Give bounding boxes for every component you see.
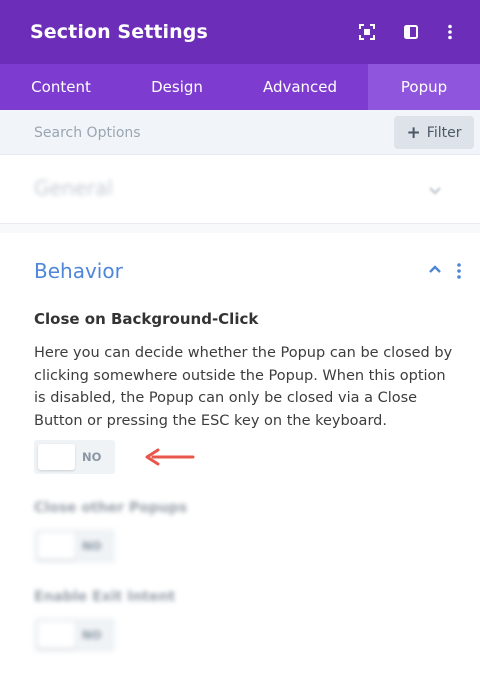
close-on-background-click-toggle[interactable]: NO <box>34 440 115 474</box>
enable-exit-intent-toggle[interactable]: NO <box>34 618 115 652</box>
split-view-icon[interactable] <box>401 22 421 42</box>
toggle-knob <box>38 533 75 559</box>
section-options-icon[interactable] <box>456 262 462 280</box>
close-other-popups-toggle[interactable]: NO <box>34 529 115 563</box>
search-input[interactable] <box>18 118 378 148</box>
option-title-close-other-popups: Close other Popups <box>34 500 188 516</box>
section-general-title: General <box>34 176 113 200</box>
tab-bar: Content Design Advanced Popup <box>0 64 480 110</box>
chevron-down-icon[interactable] <box>428 186 442 196</box>
tab-design[interactable]: Design <box>122 64 232 110</box>
more-vertical-icon[interactable] <box>440 22 460 42</box>
plus-icon: + <box>406 122 421 143</box>
focus-icon[interactable] <box>357 22 377 42</box>
filter-button[interactable]: + Filter <box>394 116 474 149</box>
tab-advanced[interactable]: Advanced <box>232 64 368 110</box>
search-bar: + Filter <box>0 110 480 155</box>
option-description: Here you can decide whether the Popup ca… <box>34 345 453 429</box>
option-title-close-on-background-click: Close on Background-Click <box>34 310 259 328</box>
option-title-enable-exit-intent: Enable Exit Intent <box>34 589 176 605</box>
toggle-knob <box>38 622 75 648</box>
toggle-value: NO <box>82 628 102 642</box>
panel-title: Section Settings <box>30 21 208 43</box>
chevron-up-icon[interactable] <box>428 264 442 274</box>
section-behavior-title[interactable]: Behavior <box>34 259 123 283</box>
toggle-value: NO <box>82 539 102 553</box>
toggle-value: NO <box>82 450 102 464</box>
section-separator <box>0 224 480 233</box>
toggle-knob <box>38 444 75 470</box>
arrow-left-icon <box>145 448 195 466</box>
panel-header: Section Settings <box>0 0 480 64</box>
section-general[interactable]: General <box>0 156 480 224</box>
filter-label: Filter <box>426 124 462 141</box>
tab-popup[interactable]: Popup <box>368 64 480 110</box>
tab-content[interactable]: Content <box>0 64 122 110</box>
